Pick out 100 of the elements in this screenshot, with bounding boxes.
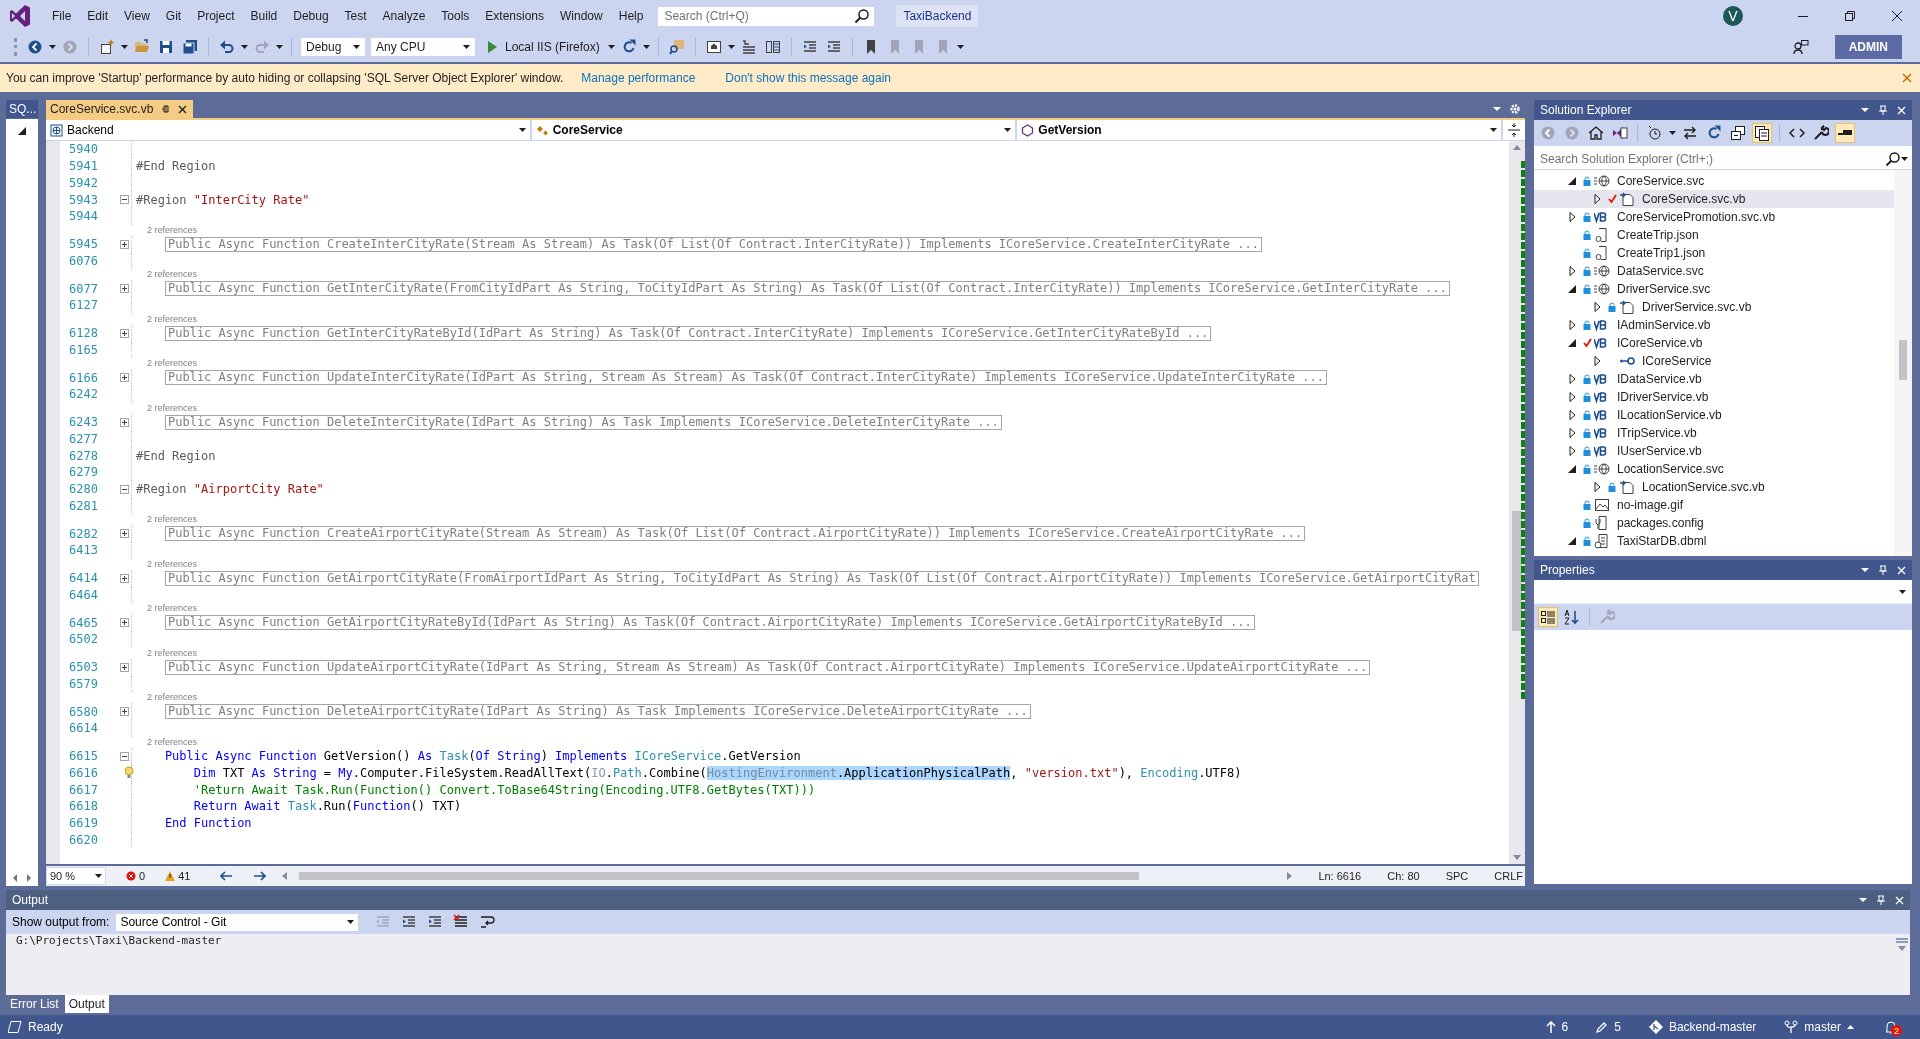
tree-item[interactable]: TaxiStarDB.dbml — [1534, 532, 1894, 550]
back-arrow-icon[interactable] — [220, 871, 234, 881]
fold-toggle[interactable] — [120, 618, 129, 628]
account-avatar[interactable]: V — [1723, 6, 1743, 26]
collapsed-arrow-icon[interactable] — [1593, 194, 1601, 204]
tree-item[interactable]: LocationService.svc.vb — [1534, 478, 1894, 496]
collapse-button[interactable] — [1728, 123, 1748, 143]
tree-item[interactable]: CoreServicePromotion.svc.vb — [1534, 208, 1894, 226]
caret-icon[interactable] — [1490, 128, 1497, 132]
errors-indicator[interactable]: 0 — [126, 870, 146, 882]
fold-toggle[interactable] — [120, 573, 129, 583]
menu-item[interactable]: Analyze — [374, 6, 434, 26]
code-lens-link[interactable]: 2 references — [147, 313, 198, 325]
tree-item[interactable]: ILocationService.vb — [1534, 406, 1894, 424]
warnings-indicator[interactable]: 41 — [165, 870, 191, 882]
feedback-button[interactable] — [1790, 37, 1811, 57]
push-indicator[interactable]: 6 — [1545, 1020, 1569, 1034]
show-all-files-button[interactable] — [1752, 123, 1772, 143]
corner-arrow-icon[interactable] — [18, 127, 26, 135]
notifications-button[interactable]: 2 — [1884, 1020, 1898, 1034]
collapsed-arrow-icon[interactable] — [1568, 428, 1576, 438]
collapsed-arrow-icon[interactable] — [1593, 482, 1601, 492]
collapsed-code-block[interactable]: Public Async Function CreateAirportCityRate(Stream As Stream) As Task(Of List(Of Contract.AirportCityRate)) Implements ICoreService.CreateAirportCityRate ... — [165, 526, 1306, 542]
collapsed-code-block[interactable]: Public Async Function UpdateInterCityRate(IdPart As String, Stream As Stream) As Task(Of Contract.InterCityRate) Implements ICoreService.UpdateInterCityRate ... — [165, 370, 1327, 386]
panel-menu-icon[interactable] — [1861, 108, 1869, 112]
expanded-arrow-icon[interactable] — [1568, 537, 1576, 545]
collapsed-arrow-icon[interactable] — [1568, 212, 1576, 222]
tree-item[interactable]: IDriverService.vb — [1534, 388, 1894, 406]
caret-icon[interactable] — [95, 874, 102, 878]
menu-item[interactable]: Window — [552, 6, 611, 26]
code-lens-link[interactable]: 2 references — [147, 736, 198, 748]
collapsed-arrow-icon[interactable] — [1568, 392, 1576, 402]
output-source-dropdown[interactable]: Source Control - Git — [115, 912, 360, 932]
expanded-arrow-icon[interactable] — [1568, 465, 1576, 473]
collapsed-code-block[interactable]: Public Async Function DeleteInterCityRate(IdPart As String) As Task Implements ICoreService.DeleteInterCityRate ... — [165, 414, 1002, 430]
expanded-arrow-icon[interactable] — [1568, 285, 1576, 293]
panel-menu-icon[interactable] — [1861, 568, 1869, 572]
menu-item[interactable]: Test — [336, 6, 375, 26]
tab-list-icon[interactable] — [1493, 107, 1501, 111]
settings-icon[interactable] — [1509, 103, 1521, 115]
scrollbar-thumb[interactable] — [1899, 340, 1907, 380]
tree-item[interactable]: no-image.gif — [1534, 496, 1894, 514]
expanded-arrow-icon[interactable] — [1568, 339, 1576, 347]
repository-indicator[interactable]: Backend-master — [1648, 1020, 1757, 1034]
collapsed-arrow-icon[interactable] — [1593, 356, 1601, 366]
collapsed-code-block[interactable]: Public Async Function GetInterCityRate(FromCityIdPart As String, ToCityIdPart As String) As Task(Of List(Of Contract.InterCityRate)) Implements ICoreService.GetInterCityRate ... — [165, 281, 1450, 297]
zoom-dropdown[interactable]: 90 % — [46, 867, 106, 885]
tree-item[interactable]: LocationService.svc — [1534, 460, 1894, 478]
code-lens-link[interactable]: 2 references — [147, 224, 198, 236]
info-link[interactable]: Don't show this message again — [725, 71, 892, 85]
collapsed-arrow-icon[interactable] — [1568, 320, 1576, 330]
menu-item[interactable]: Help — [610, 6, 652, 26]
tree-item[interactable]: CoreService.svc.vb — [1534, 190, 1894, 208]
pin-icon[interactable] — [1879, 105, 1887, 115]
collapsed-code-block[interactable]: Public Async Function GetInterCityRateById(IdPart As String) As Task(Of Contract.InterCityRate) Implements ICoreService.GetInterCityRateById ... — [165, 325, 1212, 341]
caret-icon[interactable] — [463, 45, 470, 49]
collapsed-code-block[interactable]: Public Async Function CreateInterCityRate(Stream As Stream) As Task(Of List(Of Contract.InterCityRate)) Implements ICoreService.CreateInterCityRate ... — [165, 236, 1262, 252]
fold-toggle[interactable] — [120, 417, 129, 427]
tree-item[interactable]: CreateTrip.json — [1534, 226, 1894, 244]
caret-icon[interactable] — [353, 45, 360, 49]
tree-item[interactable]: ICoreService.vb — [1534, 334, 1894, 352]
caret-icon[interactable] — [956, 45, 964, 49]
scroll-right-icon[interactable] — [1287, 872, 1293, 880]
tree-item[interactable]: DataService.svc — [1534, 262, 1894, 280]
caret-icon[interactable] — [276, 45, 283, 49]
changes-indicator[interactable]: 5 — [1596, 1020, 1621, 1034]
menu-item[interactable]: Project — [189, 6, 243, 26]
find-button[interactable] — [666, 37, 687, 57]
forward-arrow-icon[interactable] — [253, 871, 267, 881]
menu-item[interactable]: Debug — [285, 6, 337, 26]
tree-item[interactable]: ICoreService — [1534, 352, 1894, 370]
fold-toggle[interactable] — [120, 707, 129, 717]
panel-tab[interactable]: Error List — [6, 995, 63, 1013]
fold-toggle[interactable] — [120, 662, 129, 672]
fold-toggle[interactable] — [120, 529, 129, 539]
caret-icon[interactable] — [121, 45, 128, 49]
caret-icon[interactable] — [49, 45, 56, 49]
fold-toggle[interactable] — [120, 373, 129, 383]
caret-icon[interactable] — [241, 45, 248, 49]
code-lens-link[interactable]: 2 references — [147, 558, 198, 570]
tree-item[interactable]: IAdminService.vb — [1534, 316, 1894, 334]
caret-icon[interactable] — [1899, 589, 1906, 594]
menu-item[interactable]: Tools — [433, 6, 478, 26]
tree-item[interactable]: DriverService.svc — [1534, 280, 1894, 298]
code-lens-link[interactable]: 2 references — [147, 692, 198, 704]
scroll-down-icon[interactable] — [1513, 855, 1521, 860]
tree-item[interactable]: packages.config — [1534, 514, 1894, 532]
fold-toggle[interactable] — [120, 328, 129, 338]
scroll-left-icon[interactable] — [12, 874, 18, 882]
fold-toggle[interactable] — [120, 195, 129, 205]
panel-tab[interactable]: Output — [64, 995, 109, 1013]
scrollbar-thumb[interactable] — [1512, 511, 1522, 631]
side-panel-tab[interactable]: SQ... — [6, 100, 38, 118]
run-button[interactable]: Local IIS (Firefox) — [480, 37, 604, 57]
fold-toggle[interactable] — [120, 284, 129, 294]
caret-icon[interactable] — [1004, 128, 1012, 132]
scroll-up-icon[interactable] — [1513, 145, 1521, 150]
scroll-down-icon[interactable] — [1898, 946, 1906, 951]
scroll-right-icon[interactable] — [26, 874, 32, 882]
collapsed-arrow-icon[interactable] — [1568, 446, 1576, 456]
